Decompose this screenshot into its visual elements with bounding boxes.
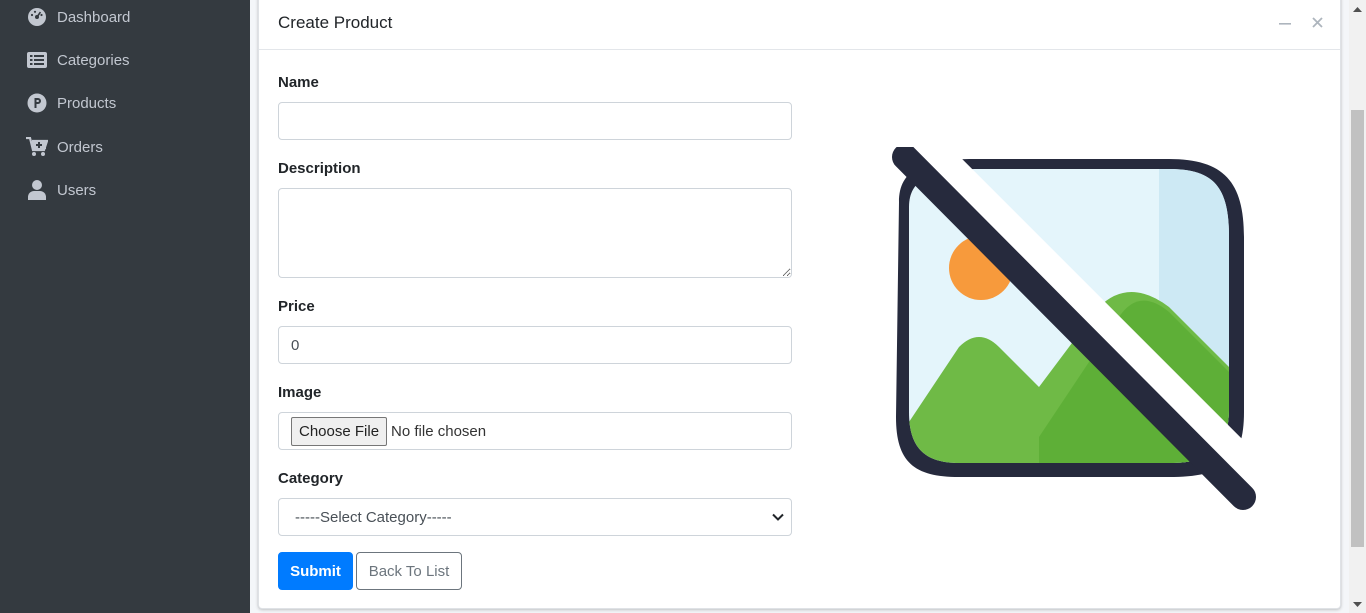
image-label: Image: [278, 384, 322, 401]
image-file-input[interactable]: Choose File No file chosen: [278, 412, 792, 450]
page-scrollbar[interactable]: [1349, 0, 1366, 613]
sidebar-item-orders[interactable]: Orders: [0, 127, 250, 167]
sidebar-item-users[interactable]: Users: [0, 170, 250, 210]
scroll-down-icon[interactable]: [1349, 596, 1366, 613]
create-product-card: Create Product Name Description Price Im…: [258, 0, 1341, 609]
chevron-down-icon: [771, 510, 785, 524]
sidebar-item-dashboard[interactable]: Dashboard: [0, 0, 250, 37]
name-input[interactable]: [278, 102, 792, 140]
sidebar-item-label: Users: [57, 181, 97, 199]
choose-file-button[interactable]: Choose File: [291, 416, 388, 446]
price-label: Price: [278, 298, 315, 315]
minus-icon[interactable]: [1276, 13, 1294, 31]
sidebar-item-label: Orders: [57, 138, 103, 156]
dashboard-icon: [26, 6, 48, 28]
sidebar-item-products[interactable]: Products: [0, 83, 250, 123]
cart-icon: [26, 136, 48, 158]
card-title: Create Product: [278, 13, 393, 32]
close-icon[interactable]: [1308, 13, 1326, 31]
back-to-list-button[interactable]: Back To List: [356, 552, 462, 590]
category-selected-value: -----Select Category-----: [295, 508, 452, 526]
scroll-thumb[interactable]: [1351, 110, 1364, 547]
submit-button[interactable]: Submit: [278, 552, 353, 590]
scroll-up-icon[interactable]: [1349, 0, 1366, 17]
name-label: Name: [278, 74, 319, 91]
sidebar: Dashboard Categories Products Orders Use…: [0, 0, 250, 613]
user-icon: [26, 179, 48, 201]
description-textarea[interactable]: [278, 188, 792, 278]
sidebar-item-label: Categories: [57, 51, 130, 69]
description-label: Description: [278, 160, 361, 177]
product-p-icon: [26, 92, 48, 114]
category-label: Category: [278, 470, 344, 487]
category-select[interactable]: -----Select Category-----: [278, 498, 792, 536]
sidebar-item-label: Products: [57, 94, 117, 112]
no-image-icon: [869, 131, 1285, 519]
sidebar-item-label: Dashboard: [57, 8, 131, 26]
price-input[interactable]: [278, 326, 792, 364]
list-icon: [26, 49, 48, 71]
card-header: Create Product: [259, 0, 1340, 50]
file-status-text: No file chosen: [391, 422, 487, 440]
sidebar-item-categories[interactable]: Categories: [0, 40, 250, 80]
